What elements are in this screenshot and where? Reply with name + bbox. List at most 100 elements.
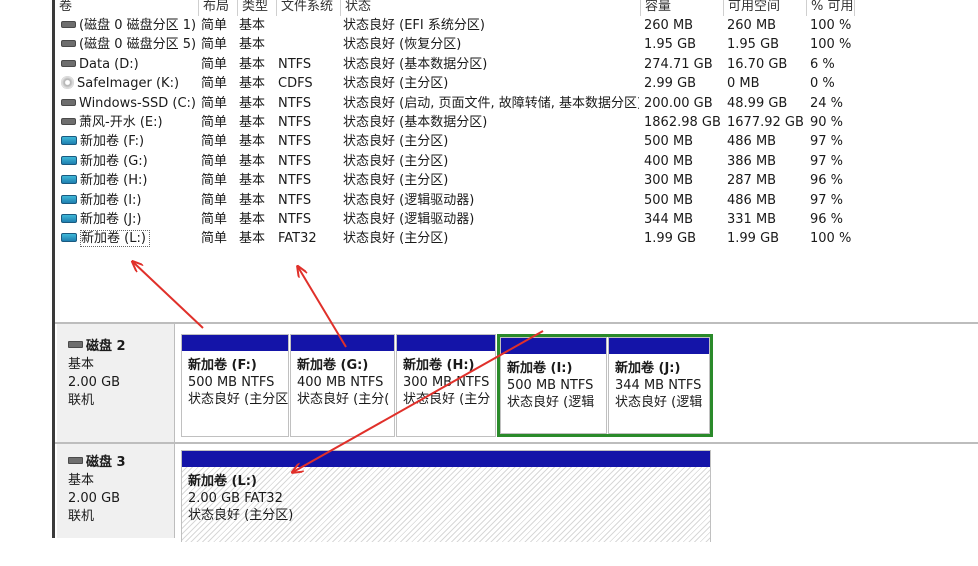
partition-j[interactable]: 新加卷 (J:) 344 MB NTFS 状态良好 (逻辑 [608,337,710,434]
partition-name: 新加卷 (G:) [297,358,369,373]
disk-drive-icon [61,117,76,125]
col-layout[interactable]: 布局 [199,0,238,16]
volume-type: 基本 [239,231,266,247]
partition-i[interactable]: 新加卷 (I:) 500 MB NTFS 状态良好 (逻辑 [500,337,607,434]
partition-status: 状态良好 (主分区) [188,508,294,523]
partition-status: 状态良好 (主分 [403,392,491,407]
volume-name-text: Windows-SSD (C:) [79,95,196,111]
volume-type: 基本 [239,153,266,169]
partition-bar [501,338,606,354]
disk-icon [68,457,83,464]
partition-name: 新加卷 (F:) [188,358,257,373]
volume-row[interactable]: 新加卷 (G:) 简单 基本 NTFS 状态良好 (主分区) 400 MB 386 MB 97… [55,152,855,171]
volume-capacity: 2.99 GB [644,76,697,92]
volume-name: 新加卷 (G:) [61,152,199,171]
col-status[interactable]: 状态 [341,0,641,16]
volume-free: 48.99 GB [727,95,788,111]
volume-pct-free: 96 % [810,211,844,227]
volume-status: 状态良好 (主分区) [343,76,449,92]
volume-name: 新加卷 (J:) [61,210,199,229]
volume-type: 基本 [239,95,266,111]
volume-row[interactable]: 萧风-开水 (E:) 简单 基本 NTFS 状态良好 (基本数据分区) 1862.98 G… [55,113,855,132]
volume-row[interactable]: Data (D:) 简单 基本 NTFS 状态良好 (基本数据分区) 274.71 GB 1… [55,55,855,74]
disk-2-label[interactable]: 磁盘 2 基本 2.00 GB 联机 [57,324,175,442]
volume-free: 0 MB [727,76,760,92]
volume-status: 状态良好 (逻辑驱动器) [343,211,475,227]
disk-2-row: 磁盘 2 基本 2.00 GB 联机 新加卷 (F:) 500 MB NTFS … [55,324,978,442]
volume-free: 1677.92 GB [727,114,804,130]
extended-partition[interactable]: 新加卷 (I:) 500 MB NTFS 状态良好 (逻辑 新加卷 (J:) 3… [497,334,713,437]
partition-name: 新加卷 (J:) [615,361,681,376]
disk-3-label[interactable]: 磁盘 3 基本 2.00 GB 联机 [57,444,175,538]
partition-status: 状态良好 (主分( [297,392,390,407]
volume-list: 卷 布局 类型 文件系统 状态 容量 可用空间 % 可用 (磁盘 0 磁盘分区 … [55,0,978,322]
volume-pct-free: 0 % [810,76,835,92]
volume-row[interactable]: 新加卷 (J:) 简单 基本 NTFS 状态良好 (逻辑驱动器) 344 MB 331 MB… [55,210,855,229]
disk-drive-icon [61,59,76,67]
volume-layout: 简单 [201,192,228,208]
volume-row[interactable]: 新加卷 (L:) 简单 基本 FAT32 状态良好 (主分区) 1.99 GB 1.99 G… [55,229,855,248]
col-capacity[interactable]: 容量 [641,0,724,16]
volume-pct-free: 97 % [810,134,844,150]
volume-name-text: 新加卷 (H:) [80,173,148,189]
volume-row[interactable]: 新加卷 (H:) 简单 基本 NTFS 状态良好 (主分区) 300 MB 287 MB 96… [55,171,855,190]
disk-3-row: 磁盘 3 基本 2.00 GB 联机 新加卷 (L:) 2.00 GB FAT3… [55,442,978,542]
volume-filesystem: NTFS [278,192,312,208]
volume-free: 16.70 GB [727,56,788,72]
disk-kind: 基本 [68,357,95,372]
volume-layout: 简单 [201,76,228,92]
disk-kind: 基本 [68,473,95,488]
partition-g[interactable]: 新加卷 (G:) 400 MB NTFS 状态良好 (主分( [290,334,395,437]
volume-status: 状态良好 (主分区) [343,173,449,189]
volume-row[interactable]: SafeImager (K:) 简单 基本 CDFS 状态良好 (主分区) 2.99 GB… [55,74,855,93]
partition-status: 状态良好 (逻辑 [507,395,595,410]
partition-name: 新加卷 (L:) [188,474,257,489]
volume-type: 基本 [239,114,266,130]
volume-capacity: 1.99 GB [644,231,697,247]
col-type[interactable]: 类型 [238,0,277,16]
volume-status: 状态良好 (主分区) [343,134,449,150]
partition-l[interactable]: 新加卷 (L:) 2.00 GB FAT32 状态良好 (主分区) [181,450,711,542]
col-filesystem[interactable]: 文件系统 [277,0,341,16]
volume-pct-free: 96 % [810,173,844,189]
volume-name: 新加卷 (L:) [61,229,199,248]
col-volume[interactable]: 卷 [55,0,199,16]
volume-type: 基本 [239,18,266,33]
volume-row[interactable]: 新加卷 (I:) 简单 基本 NTFS 状态良好 (逻辑驱动器) 500 MB 486 MB… [55,191,855,210]
col-pct-free[interactable]: % 可用 [807,0,855,16]
col-free[interactable]: 可用空间 [724,0,807,16]
volume-filesystem: NTFS [278,134,312,150]
disk-drive-icon [61,21,76,28]
volume-name-text: SafeImager (K:) [77,76,180,92]
volume-type: 基本 [239,173,266,189]
volume-pct-free: 100 % [810,37,852,53]
volume-filesystem: NTFS [278,153,312,169]
disk-drive-icon [61,98,76,106]
volume-layout: 简单 [201,231,228,247]
volume-name-text: 新加卷 (G:) [80,153,148,169]
partition-bar [291,335,394,351]
partition-info: 344 MB NTFS [615,378,702,393]
volume-row[interactable]: Windows-SSD (C:) 简单 基本 NTFS 状态良好 (启动, 页面文件, … [55,94,855,113]
volume-capacity: 300 MB [644,173,694,189]
volume-layout: 简单 [201,211,228,227]
volume-filesystem: FAT32 [278,231,317,247]
volume-name-text: 新加卷 (L:) [80,230,150,248]
volume-layout: 简单 [201,56,228,72]
volume-name: 萧风-开水 (E:) [61,113,199,132]
disk-state: 联机 [68,509,95,524]
volume-name: 新加卷 (H:) [61,171,199,190]
volume-row[interactable]: 新加卷 (F:) 简单 基本 NTFS 状态良好 (主分区) 500 MB 486 MB 97… [55,132,855,151]
volume-rows: (磁盘 0 磁盘分区 1) 简单 基本 状态良好 (EFI 系统分区) 260 MB 26… [55,16,855,249]
volume-pct-free: 24 % [810,95,844,111]
volume-layout: 简单 [201,95,228,111]
volume-pct-free: 100 % [810,18,852,33]
partition-f[interactable]: 新加卷 (F:) 500 MB NTFS 状态良好 (主分区 [181,334,289,437]
partition-name: 新加卷 (H:) [403,358,475,373]
volume-filesystem [278,35,340,54]
volume-capacity: 1.95 GB [644,37,697,53]
volume-name: 新加卷 (F:) [61,132,199,151]
volume-row[interactable]: (磁盘 0 磁盘分区 5) 简单 基本 状态良好 (恢复分区) 1.95 GB 1.95 … [55,35,855,54]
volume-row[interactable]: (磁盘 0 磁盘分区 1) 简单 基本 状态良好 (EFI 系统分区) 260 MB 26… [55,16,855,35]
partition-h[interactable]: 新加卷 (H:) 300 MB NTFS 状态良好 (主分 [396,334,496,437]
